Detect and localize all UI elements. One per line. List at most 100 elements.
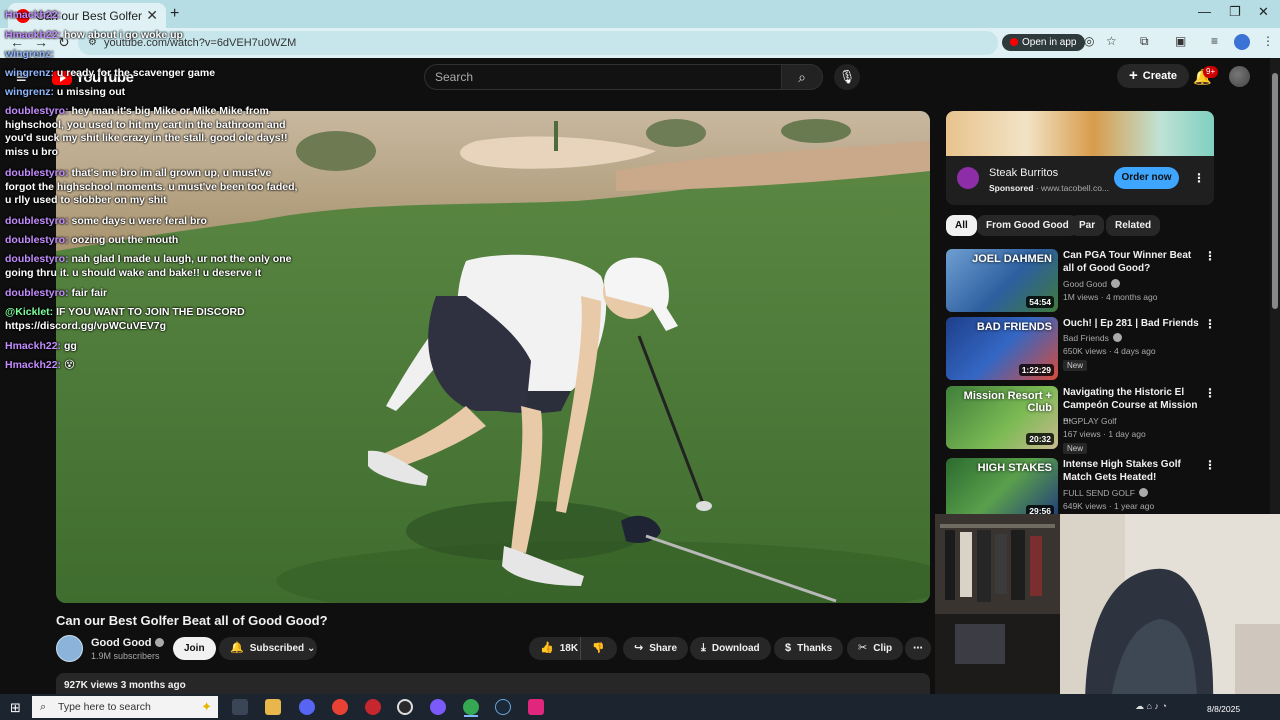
join-button[interactable]: Join: [173, 637, 216, 660]
dislike-button[interactable]: 👎: [580, 637, 617, 660]
video-thumbnail[interactable]: Mission Resort + Club 20:32: [946, 386, 1058, 449]
chat-message: doublestyro: fair fair: [5, 287, 303, 301]
chat-message: wingrenz:: [5, 48, 303, 62]
create-button[interactable]: + Create: [1117, 64, 1190, 88]
verified-icon: [1112, 333, 1122, 342]
copilot-sparkle-icon: ✦: [201, 699, 212, 714]
chat-username[interactable]: Hmackh22:: [5, 340, 61, 352]
close-window-icon[interactable]: ✕: [1258, 4, 1269, 20]
split-view-icon[interactable]: ▣: [1175, 34, 1186, 48]
voice-search-button[interactable]: 🎙: [834, 64, 860, 90]
video-duration: 20:32: [1026, 433, 1054, 445]
chat-message: wingrenz: u ready for the scavenger game: [5, 67, 303, 81]
ad-image[interactable]: [946, 111, 1214, 156]
copilot-icon[interactable]: [430, 699, 446, 715]
chat-username[interactable]: Hmackh22:: [5, 9, 61, 21]
ad-title[interactable]: Steak Burritos: [989, 167, 1058, 179]
taskbar-date: 8/8/2025: [1207, 704, 1241, 714]
channel-name[interactable]: Good Good: [91, 637, 165, 649]
page-scrollbar-thumb[interactable]: [1272, 73, 1278, 309]
search-input[interactable]: Search: [424, 64, 782, 90]
app-icon-pink[interactable]: [528, 699, 544, 715]
more-actions-button[interactable]: ⋯: [905, 637, 931, 660]
chat-message: doublestyro: some days u were feral bro: [5, 215, 303, 229]
recommended-video-title[interactable]: Can PGA Tour Winner Beat all of Good Goo…: [1063, 249, 1203, 275]
video-menu-icon[interactable]: ⋮: [1204, 458, 1216, 472]
chip-from-good-good[interactable]: From Good Good: [977, 215, 1078, 236]
video-menu-icon[interactable]: ⋮: [1204, 249, 1216, 263]
chip-par[interactable]: Par: [1070, 215, 1105, 236]
share-button[interactable]: ↪ Share: [623, 637, 689, 660]
chat-username[interactable]: wingrenz:: [5, 86, 54, 98]
ad-menu-icon[interactable]: ⋮: [1193, 171, 1205, 185]
video-menu-icon[interactable]: ⋮: [1204, 317, 1216, 331]
plus-icon: +: [1129, 67, 1138, 84]
chip-all[interactable]: All: [946, 215, 977, 236]
restore-icon[interactable]: ❐: [1229, 4, 1241, 20]
chat-username[interactable]: doublestyro:: [5, 253, 69, 265]
obs-icon[interactable]: [397, 699, 413, 715]
recommended-video[interactable]: BAD FRIENDS 1:22:29 Ouch! | Ep 281 | Bad F…: [946, 317, 1216, 381]
file-explorer-icon[interactable]: [265, 699, 281, 715]
thumbnail-text: BAD FRIENDS: [976, 321, 1052, 333]
chat-username[interactable]: wingrenz:: [5, 67, 54, 79]
chat-username[interactable]: doublestyro:: [5, 234, 69, 246]
recommended-video[interactable]: JOEL DAHMEN 54:54 Can PGA Tour Winner Beat…: [946, 249, 1216, 313]
chat-username[interactable]: Hmackh22:: [5, 359, 61, 371]
recommended-channel[interactable]: Good Good: [1063, 279, 1120, 289]
chrome-active-icon[interactable]: [463, 699, 479, 715]
channel-avatar[interactable]: [56, 635, 83, 662]
browser-menu-icon[interactable]: ⋮: [1262, 34, 1274, 48]
thumbnail-text: HIGH STAKES: [977, 462, 1052, 474]
video-thumbnail[interactable]: BAD FRIENDS 1:22:29: [946, 317, 1058, 380]
video-thumbnail[interactable]: HIGH STAKES 29:56: [946, 458, 1058, 521]
download-button[interactable]: ⤓ Download: [690, 637, 771, 660]
subscribed-button[interactable]: 🔔 Subscribed ⌄: [219, 637, 317, 660]
recommended-video[interactable]: HIGH STAKES 29:56 Intense High Stakes Golf…: [946, 458, 1216, 522]
chat-username[interactable]: doublestyro:: [5, 287, 69, 299]
account-avatar[interactable]: [1229, 66, 1250, 87]
recommended-channel-name: BIGPLAY Golf: [1063, 416, 1117, 426]
like-button[interactable]: 👍 18K: [529, 637, 580, 660]
windows-start-icon[interactable]: ⊞: [10, 700, 21, 716]
eye-off-icon[interactable]: ◎: [1084, 34, 1094, 48]
thanks-button[interactable]: $ Thanks: [774, 637, 844, 660]
advertiser-logo[interactable]: [957, 167, 979, 189]
chat-username[interactable]: wingrenz:: [5, 48, 54, 60]
chip-related[interactable]: Related: [1106, 215, 1161, 236]
recommended-channel[interactable]: FULL SEND GOLF: [1063, 488, 1148, 498]
chat-username[interactable]: @Kicklet:: [5, 306, 53, 318]
taskbar-search-input[interactable]: ⌕ Type here to search ✦: [32, 696, 218, 718]
recommended-channel[interactable]: BIGPLAY Golf: [1063, 416, 1117, 426]
webcam-frame: [935, 514, 1280, 708]
reading-list-icon[interactable]: ≡: [1211, 34, 1218, 48]
discord-icon[interactable]: [299, 699, 315, 715]
recommended-video-title[interactable]: Intense High Stakes Golf Match Gets Heat…: [1063, 458, 1203, 484]
minimize-icon[interactable]: —: [1198, 4, 1211, 19]
bookmark-star-icon[interactable]: ☆: [1106, 34, 1117, 48]
chat-text: u missing out: [56, 86, 126, 98]
recommended-video-title[interactable]: Ouch! | Ep 281 | Bad Friends: [1063, 317, 1203, 330]
order-now-button[interactable]: Order now: [1114, 167, 1179, 189]
app-icon-red[interactable]: [365, 699, 381, 715]
task-view-icon[interactable]: [232, 699, 248, 715]
chrome-icon[interactable]: [332, 699, 348, 715]
steam-icon[interactable]: [495, 699, 511, 715]
clip-button[interactable]: ✂ Clip: [847, 637, 904, 660]
chat-username[interactable]: Hmackh22:: [5, 29, 61, 41]
chat-username[interactable]: doublestyro:: [5, 167, 69, 179]
chat-text: oozing out the mouth: [71, 234, 179, 246]
browser-profile-avatar[interactable]: [1234, 34, 1250, 50]
video-thumbnail[interactable]: JOEL DAHMEN 54:54: [946, 249, 1058, 312]
search-button[interactable]: ⌕: [781, 64, 823, 90]
video-menu-icon[interactable]: ⋮: [1204, 386, 1216, 400]
system-tray-icons[interactable]: ☁ ⌂ ♪ ◔: [1135, 701, 1167, 712]
recommended-channel[interactable]: Bad Friends: [1063, 333, 1122, 343]
download-icon: ⤓: [701, 642, 706, 654]
extensions-icon[interactable]: ⧉: [1140, 34, 1149, 49]
chat-username[interactable]: doublestyro:: [5, 215, 69, 227]
chat-text: gg: [63, 340, 77, 352]
chat-username[interactable]: doublestyro:: [5, 105, 69, 117]
recommended-video[interactable]: Mission Resort + Club 20:32 Navigating the…: [946, 386, 1216, 454]
open-in-app-button[interactable]: Open in app: [1002, 34, 1085, 51]
